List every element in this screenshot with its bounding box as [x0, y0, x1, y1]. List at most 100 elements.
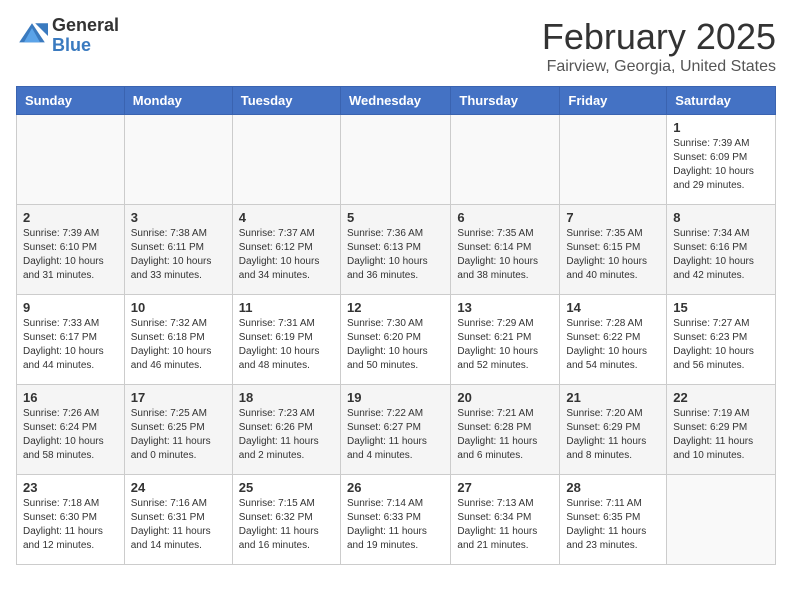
day-info: Sunrise: 7:28 AM Sunset: 6:22 PM Dayligh… [566, 317, 660, 373]
day-info: Sunrise: 7:39 AM Sunset: 6:10 PM Dayligh… [23, 227, 118, 283]
calendar-cell: 21Sunrise: 7:20 AM Sunset: 6:29 PM Dayli… [560, 385, 667, 475]
logo-icon [16, 20, 48, 52]
logo-general: General [52, 16, 119, 36]
weekday-header: Wednesday [340, 87, 450, 115]
day-number: 5 [347, 210, 444, 225]
day-info: Sunrise: 7:16 AM Sunset: 6:31 PM Dayligh… [131, 497, 226, 553]
day-number: 8 [673, 210, 769, 225]
calendar-week-row: 2Sunrise: 7:39 AM Sunset: 6:10 PM Daylig… [17, 205, 776, 295]
calendar-cell [667, 475, 776, 565]
calendar-cell: 12Sunrise: 7:30 AM Sunset: 6:20 PM Dayli… [340, 295, 450, 385]
day-info: Sunrise: 7:23 AM Sunset: 6:26 PM Dayligh… [239, 407, 334, 463]
day-number: 9 [23, 300, 118, 315]
day-number: 1 [673, 120, 769, 135]
calendar-cell: 17 Sunrise: 7:25 AM Sunset: 6:25 PM Dayli… [124, 385, 232, 475]
day-info: Sunrise: 7:35 AM Sunset: 6:14 PM Dayligh… [457, 227, 553, 283]
day-number: 25 [239, 480, 334, 495]
weekday-header: Thursday [451, 87, 560, 115]
calendar-cell: 4 Sunrise: 7:37 AM Sunset: 6:12 PM Daylig… [232, 205, 340, 295]
day-info: Sunrise: 7:36 AM Sunset: 6:13 PM Dayligh… [347, 227, 444, 283]
calendar-cell: 24Sunrise: 7:16 AM Sunset: 6:31 PM Dayli… [124, 475, 232, 565]
calendar-cell: 8 Sunrise: 7:34 AM Sunset: 6:16 PM Daylig… [667, 205, 776, 295]
day-info: Sunrise: 7:37 AM Sunset: 6:12 PM Dayligh… [239, 227, 334, 283]
month-title: February 2025 [542, 16, 776, 58]
day-info: Sunrise: 7:30 AM Sunset: 6:20 PM Dayligh… [347, 317, 444, 373]
day-info: Sunrise: 7:39 AM Sunset: 6:09 PM Dayligh… [673, 137, 769, 193]
day-info: Sunrise: 7:21 AM Sunset: 6:28 PM Dayligh… [457, 407, 553, 463]
day-number: 18 [239, 390, 334, 405]
calendar-week-row: 1 Sunrise: 7:39 AM Sunset: 6:09 PM Daylig… [17, 115, 776, 205]
calendar-cell: 22 Sunrise: 7:19 AM Sunset: 6:29 PM Dayli… [667, 385, 776, 475]
calendar-cell: 11Sunrise: 7:31 AM Sunset: 6:19 PM Dayli… [232, 295, 340, 385]
weekday-header: Tuesday [232, 87, 340, 115]
calendar-cell: 6 Sunrise: 7:35 AM Sunset: 6:14 PM Daylig… [451, 205, 560, 295]
day-info: Sunrise: 7:27 AM Sunset: 6:23 PM Dayligh… [673, 317, 769, 373]
calendar-week-row: 9Sunrise: 7:33 AM Sunset: 6:17 PM Daylig… [17, 295, 776, 385]
day-number: 10 [131, 300, 226, 315]
day-number: 28 [566, 480, 660, 495]
calendar-cell: 25 Sunrise: 7:15 AM Sunset: 6:32 PM Dayli… [232, 475, 340, 565]
day-info: Sunrise: 7:25 AM Sunset: 6:25 PM Dayligh… [131, 407, 226, 463]
calendar-cell: 2Sunrise: 7:39 AM Sunset: 6:10 PM Daylig… [17, 205, 125, 295]
header-row: SundayMondayTuesdayWednesdayThursdayFrid… [17, 87, 776, 115]
calendar-cell: 15 Sunrise: 7:27 AM Sunset: 6:23 PM Dayli… [667, 295, 776, 385]
weekday-header: Sunday [17, 87, 125, 115]
title-block: February 2025 Fairview, Georgia, United … [542, 16, 776, 76]
calendar-cell: 5 Sunrise: 7:36 AM Sunset: 6:13 PM Daylig… [340, 205, 450, 295]
day-number: 19 [347, 390, 444, 405]
day-number: 14 [566, 300, 660, 315]
day-number: 13 [457, 300, 553, 315]
calendar-cell: 23 Sunrise: 7:18 AM Sunset: 6:30 PM Dayli… [17, 475, 125, 565]
calendar-cell [17, 115, 125, 205]
day-number: 7 [566, 210, 660, 225]
calendar-week-row: 23 Sunrise: 7:18 AM Sunset: 6:30 PM Dayli… [17, 475, 776, 565]
day-info: Sunrise: 7:35 AM Sunset: 6:15 PM Dayligh… [566, 227, 660, 283]
day-info: Sunrise: 7:19 AM Sunset: 6:29 PM Dayligh… [673, 407, 769, 463]
day-number: 20 [457, 390, 553, 405]
calendar-cell [124, 115, 232, 205]
day-info: Sunrise: 7:20 AM Sunset: 6:29 PM Dayligh… [566, 407, 660, 463]
calendar-week-row: 16 Sunrise: 7:26 AM Sunset: 6:24 PM Dayli… [17, 385, 776, 475]
calendar-cell: 27Sunrise: 7:13 AM Sunset: 6:34 PM Dayli… [451, 475, 560, 565]
calendar-cell [232, 115, 340, 205]
day-number: 15 [673, 300, 769, 315]
day-info: Sunrise: 7:29 AM Sunset: 6:21 PM Dayligh… [457, 317, 553, 373]
weekday-header: Friday [560, 87, 667, 115]
day-number: 3 [131, 210, 226, 225]
day-number: 27 [457, 480, 553, 495]
day-number: 6 [457, 210, 553, 225]
calendar-cell: 9Sunrise: 7:33 AM Sunset: 6:17 PM Daylig… [17, 295, 125, 385]
day-info: Sunrise: 7:26 AM Sunset: 6:24 PM Dayligh… [23, 407, 118, 463]
logo: General Blue [16, 16, 119, 56]
day-number: 16 [23, 390, 118, 405]
weekday-header: Saturday [667, 87, 776, 115]
calendar-cell: 16 Sunrise: 7:26 AM Sunset: 6:24 PM Dayli… [17, 385, 125, 475]
calendar: SundayMondayTuesdayWednesdayThursdayFrid… [16, 86, 776, 565]
location: Fairview, Georgia, United States [542, 58, 776, 76]
calendar-cell: 1 Sunrise: 7:39 AM Sunset: 6:09 PM Daylig… [667, 115, 776, 205]
calendar-cell: 19Sunrise: 7:22 AM Sunset: 6:27 PM Dayli… [340, 385, 450, 475]
calendar-cell [340, 115, 450, 205]
calendar-cell: 26Sunrise: 7:14 AM Sunset: 6:33 PM Dayli… [340, 475, 450, 565]
day-info: Sunrise: 7:34 AM Sunset: 6:16 PM Dayligh… [673, 227, 769, 283]
day-info: Sunrise: 7:18 AM Sunset: 6:30 PM Dayligh… [23, 497, 118, 553]
calendar-cell: 13 Sunrise: 7:29 AM Sunset: 6:21 PM Dayli… [451, 295, 560, 385]
logo-text: General Blue [52, 16, 119, 56]
day-number: 22 [673, 390, 769, 405]
day-number: 17 [131, 390, 226, 405]
calendar-cell [451, 115, 560, 205]
calendar-cell: 28 Sunrise: 7:11 AM Sunset: 6:35 PM Dayli… [560, 475, 667, 565]
day-info: Sunrise: 7:15 AM Sunset: 6:32 PM Dayligh… [239, 497, 334, 553]
page-header: General Blue February 2025 Fairview, Geo… [16, 16, 776, 76]
calendar-cell: 18 Sunrise: 7:23 AM Sunset: 6:26 PM Dayli… [232, 385, 340, 475]
weekday-header: Monday [124, 87, 232, 115]
day-info: Sunrise: 7:14 AM Sunset: 6:33 PM Dayligh… [347, 497, 444, 553]
calendar-cell: 10 Sunrise: 7:32 AM Sunset: 6:18 PM Dayli… [124, 295, 232, 385]
day-number: 23 [23, 480, 118, 495]
logo-blue: Blue [52, 36, 119, 56]
day-info: Sunrise: 7:38 AM Sunset: 6:11 PM Dayligh… [131, 227, 226, 283]
day-number: 4 [239, 210, 334, 225]
day-info: Sunrise: 7:11 AM Sunset: 6:35 PM Dayligh… [566, 497, 660, 553]
day-info: Sunrise: 7:32 AM Sunset: 6:18 PM Dayligh… [131, 317, 226, 373]
day-number: 11 [239, 300, 334, 315]
